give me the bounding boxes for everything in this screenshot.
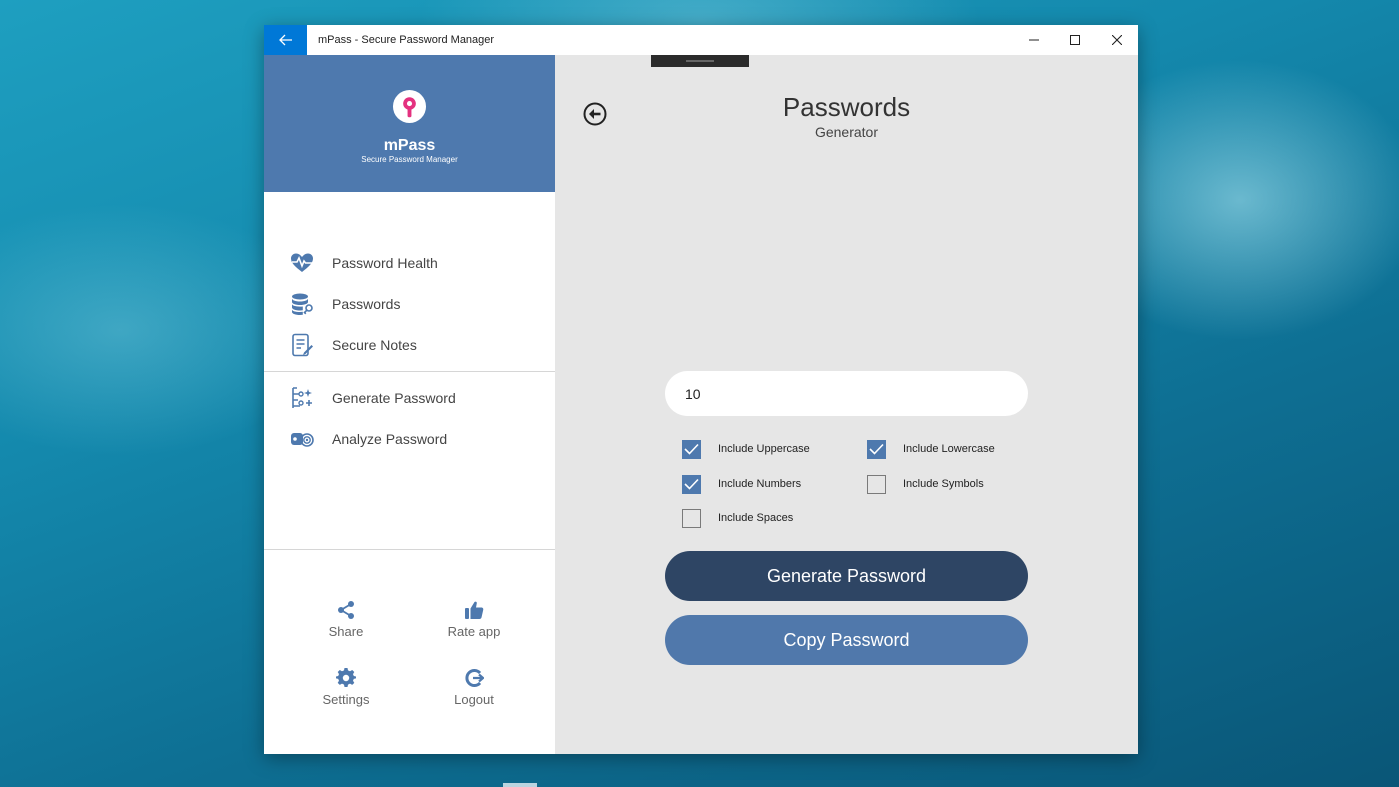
app-window: mPass - Secure Password Manager mPass Se… xyxy=(264,25,1138,754)
media-overlay-tab xyxy=(651,55,749,67)
option-label: Include Spaces xyxy=(718,512,794,524)
lowercase-checkbox[interactable] xyxy=(867,439,886,459)
brand-name: mPass xyxy=(383,137,436,154)
sidebar-item-label: Analyze Password xyxy=(332,431,448,447)
copy-password-button[interactable]: Copy Password xyxy=(665,615,1028,665)
option-label: Include Lowercase xyxy=(903,443,995,455)
sidebar-item-secure-notes[interactable]: Secure Notes xyxy=(264,326,555,364)
sidebar-item-label: Password Health xyxy=(332,255,438,271)
symbols-checkbox[interactable] xyxy=(867,474,886,494)
minimize-button[interactable] xyxy=(1013,25,1055,55)
taskbar-indicator xyxy=(503,783,537,787)
logout-label: Logout xyxy=(454,692,494,707)
settings-button[interactable]: Settings xyxy=(286,668,406,714)
sidebar-item-passwords[interactable]: Passwords xyxy=(264,285,555,323)
option-label: Include Numbers xyxy=(718,478,802,490)
sidebar-divider xyxy=(264,371,555,372)
sidebar-item-analyze-password[interactable]: Analyze Password xyxy=(264,420,555,458)
checkmark-icon xyxy=(684,443,699,455)
share-icon xyxy=(338,601,354,619)
close-icon xyxy=(1112,35,1122,45)
brand-header: mPass Secure Password Manager xyxy=(264,55,555,192)
maximize-button[interactable] xyxy=(1054,25,1096,55)
option-include-lowercase[interactable]: Include Lowercase xyxy=(867,439,995,459)
sidebar: mPass Secure Password Manager Password H… xyxy=(264,55,555,754)
numbers-checkbox[interactable] xyxy=(682,474,701,494)
minimize-icon xyxy=(1029,39,1039,41)
heart-pulse-icon xyxy=(291,253,313,272)
logout-icon xyxy=(465,669,484,687)
page-title: Passwords xyxy=(782,92,911,122)
sidebar-item-label: Generate Password xyxy=(332,390,456,406)
option-label: Include Symbols xyxy=(903,478,984,490)
analyze-key-icon xyxy=(291,433,314,447)
generate-password-button[interactable]: Generate Password xyxy=(665,551,1028,601)
close-button[interactable] xyxy=(1096,25,1138,55)
title-bar: mPass - Secure Password Manager xyxy=(264,25,1138,55)
share-button[interactable]: Share xyxy=(286,600,406,646)
arrow-left-icon xyxy=(278,34,292,46)
option-include-symbols[interactable]: Include Symbols xyxy=(867,474,984,494)
thumbs-up-icon xyxy=(465,601,484,619)
generator-panel: Passwords Generator Include Uppercase In… xyxy=(555,55,1138,754)
sidebar-item-label: Secure Notes xyxy=(332,337,417,353)
generate-sparkle-icon xyxy=(292,387,312,408)
option-include-spaces[interactable]: Include Spaces xyxy=(682,508,793,528)
rate-app-label: Rate app xyxy=(447,624,501,639)
titlebar-back-button[interactable] xyxy=(264,25,307,55)
password-length-input[interactable] xyxy=(665,371,1028,416)
settings-label: Settings xyxy=(322,692,370,707)
brand-tagline: Secure Password Manager xyxy=(361,155,458,164)
sidebar-footer-divider xyxy=(264,549,555,550)
sidebar-item-label: Passwords xyxy=(332,296,401,312)
sidebar-item-password-health[interactable]: Password Health xyxy=(264,244,555,282)
sidebar-item-generate-password[interactable]: Generate Password xyxy=(264,379,555,417)
rate-app-button[interactable]: Rate app xyxy=(414,600,534,646)
mpass-logo-icon xyxy=(392,89,427,124)
database-key-icon xyxy=(292,293,313,315)
maximize-icon xyxy=(1070,35,1080,45)
checkmark-icon xyxy=(869,443,884,455)
gear-icon xyxy=(336,668,356,687)
option-label: Include Uppercase xyxy=(718,443,810,455)
uppercase-checkbox[interactable] xyxy=(682,439,701,459)
spaces-checkbox[interactable] xyxy=(682,508,701,528)
checkmark-icon xyxy=(684,478,699,490)
share-label: Share xyxy=(328,624,364,639)
page-subtitle: Generator xyxy=(814,124,879,140)
logout-button[interactable]: Logout xyxy=(414,668,534,714)
option-include-numbers[interactable]: Include Numbers xyxy=(682,474,801,494)
option-include-uppercase[interactable]: Include Uppercase xyxy=(682,439,810,459)
window-title: mPass - Secure Password Manager xyxy=(318,34,495,46)
note-edit-icon xyxy=(292,333,313,357)
